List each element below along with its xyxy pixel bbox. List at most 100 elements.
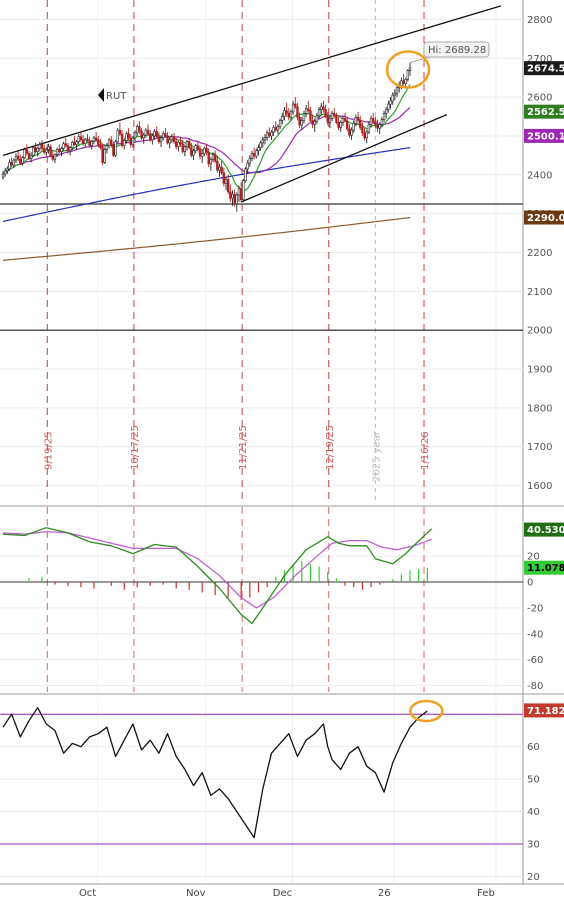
candle-body <box>376 124 379 129</box>
candle-body <box>374 120 377 126</box>
candle-body <box>294 103 297 108</box>
candle-body <box>103 149 106 163</box>
price-y-tick-label: 1600 <box>527 481 552 492</box>
candle-body <box>315 115 319 122</box>
candle-body <box>75 141 78 145</box>
hi-label: Hi: 2689.28 <box>428 45 486 56</box>
macd-tag-label: 11.0784 <box>527 563 564 574</box>
candle-body <box>209 158 213 165</box>
candle-body <box>380 119 384 125</box>
candle-body <box>45 149 48 153</box>
price-y-tick-label: 2400 <box>527 170 552 181</box>
candle-body <box>149 133 152 141</box>
candle-body <box>12 159 16 166</box>
candle-body <box>81 139 85 145</box>
candle-body <box>395 87 399 94</box>
date-marker-label: 10/17/25 <box>130 425 141 470</box>
candle-body <box>120 133 124 146</box>
candle-body <box>307 108 310 112</box>
candle-body <box>330 113 334 119</box>
macd-y-tick-label: 0 <box>527 578 533 589</box>
candle-body <box>242 180 245 200</box>
candle-body <box>79 136 83 141</box>
price-y-tick-label: 1800 <box>527 403 552 414</box>
candle-body <box>192 150 195 156</box>
candle-body <box>64 143 67 146</box>
candle-body <box>231 193 234 199</box>
candle-body <box>166 135 169 144</box>
price-tag-label: 2674.56 <box>527 64 564 75</box>
candle-body <box>73 141 76 145</box>
candle-body <box>350 129 353 136</box>
candle-body <box>222 172 226 184</box>
candle-body <box>207 151 210 165</box>
price-y-tick-label: 1900 <box>527 365 552 376</box>
candle-body <box>226 179 230 193</box>
candle-body <box>343 118 347 122</box>
price-tag-label: 2500.18 <box>527 131 564 142</box>
candle-body <box>175 141 178 148</box>
rsi-y-tick-label: 30 <box>527 840 540 851</box>
candle-body <box>259 142 262 148</box>
price-y-tick-label: 2800 <box>527 15 552 26</box>
rsi-y-tick-label: 60 <box>527 742 540 753</box>
candle-body <box>363 132 366 139</box>
candle-body <box>1 173 5 178</box>
candle-body <box>304 108 308 114</box>
candle-body <box>268 132 271 137</box>
candle-body <box>255 150 258 157</box>
candle-body <box>328 118 332 123</box>
candle-body <box>354 117 358 124</box>
candle-body <box>140 131 143 139</box>
candle-body <box>272 127 275 133</box>
candle-body <box>198 149 202 157</box>
x-axis-label: Feb <box>477 888 495 899</box>
candle-body <box>196 145 200 150</box>
candle-body <box>406 70 410 80</box>
price-y-tick-label: 2000 <box>527 326 552 337</box>
candle-body <box>40 144 44 149</box>
candle-body <box>105 145 109 150</box>
candle-body <box>27 153 31 159</box>
candle-body <box>23 149 26 159</box>
x-axis-label: Oct <box>79 888 96 899</box>
candle-body <box>402 80 405 84</box>
candle-body <box>125 133 128 141</box>
candle-body <box>248 158 252 164</box>
candle-body <box>224 179 228 184</box>
candle-body <box>335 115 338 123</box>
candle-body <box>42 148 46 153</box>
candle-body <box>276 125 280 131</box>
x-axis-label: 26 <box>378 888 391 899</box>
chart-root: 1600170018001900200021002200230024002500… <box>0 0 564 907</box>
date-marker-label: 1/16/26 <box>420 431 431 470</box>
candle-body <box>58 148 61 152</box>
candle-body <box>168 139 171 144</box>
rsi-y-tick-label: 20 <box>527 872 540 883</box>
candle-body <box>16 155 20 160</box>
candle-body <box>341 118 345 123</box>
candle-body <box>29 155 33 159</box>
candle-body <box>311 120 314 125</box>
candle-body <box>136 126 139 134</box>
candle-body <box>246 162 249 170</box>
candle-body <box>400 80 403 86</box>
candle-body <box>131 137 135 145</box>
candle-body <box>6 168 9 172</box>
candle-body <box>244 168 247 181</box>
candle-body <box>326 116 329 123</box>
candle-body <box>133 132 137 139</box>
candle-body <box>185 141 189 148</box>
candle-body <box>216 160 219 171</box>
price-tag-label: 2290.03 <box>527 213 564 224</box>
candle-body <box>179 141 182 145</box>
candle-body <box>317 109 321 117</box>
candle-body <box>8 162 11 170</box>
candle-body <box>278 120 282 127</box>
candle-body <box>339 122 342 128</box>
candle-body <box>68 147 72 152</box>
candle-body <box>10 162 13 166</box>
macd-y-tick-label: -40 <box>527 629 543 640</box>
candle-body <box>252 153 256 157</box>
candle-body <box>146 129 150 134</box>
